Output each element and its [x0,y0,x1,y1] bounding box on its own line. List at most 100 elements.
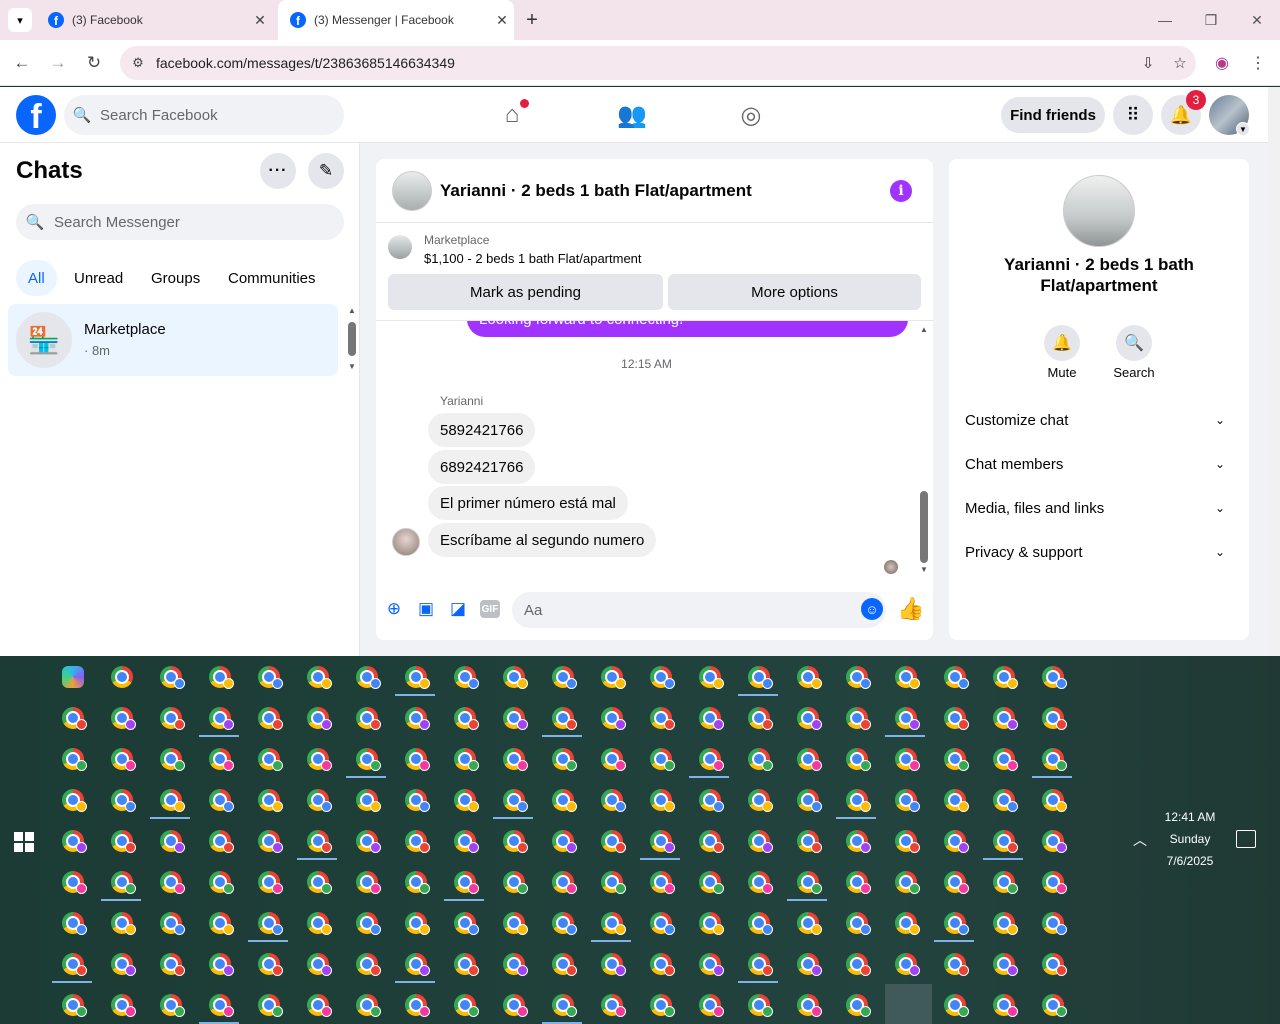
chrome-taskbar-icon[interactable] [491,697,535,737]
chrome-taskbar-icon[interactable] [736,820,780,860]
new-message-compose-icon[interactable]: ✎ [308,153,344,189]
chrome-taskbar-icon[interactable] [148,902,192,942]
account-chevron-down-icon[interactable]: ▼ [1236,122,1250,136]
chrome-taskbar-icon[interactable] [785,902,829,942]
chrome-taskbar-icon[interactable] [99,943,143,983]
chrome-taskbar-icon[interactable] [246,861,290,901]
chrome-taskbar-icon[interactable] [393,943,437,983]
active-taskbar-item[interactable] [885,984,932,1024]
chrome-taskbar-icon[interactable] [393,738,437,778]
filter-communities[interactable]: Communities [216,260,328,296]
browser-tab-facebook[interactable]: f (3) Facebook ✕ [36,0,272,40]
listing-thumbnail[interactable] [388,235,412,259]
section-customize-chat[interactable]: Customize chat ⌄ [957,398,1241,442]
chrome-taskbar-icon[interactable] [736,656,780,696]
chrome-taskbar-icon[interactable] [442,902,486,942]
chrome-taskbar-icon[interactable] [491,656,535,696]
facebook-logo[interactable]: f [16,95,56,135]
back-arrow-icon[interactable]: ← [9,50,35,76]
chrome-taskbar-icon[interactable] [50,820,94,860]
chrome-taskbar-icon[interactable] [1030,943,1074,983]
restore-window-icon[interactable]: ❐ [1196,8,1226,32]
chrome-taskbar-icon[interactable] [589,697,633,737]
chrome-taskbar-icon[interactable] [883,656,927,696]
chrome-taskbar-icon[interactable] [344,943,388,983]
chrome-taskbar-icon[interactable] [932,738,976,778]
scroll-up-arrow-icon[interactable]: ▲ [348,306,356,315]
chrome-taskbar-icon[interactable] [246,943,290,983]
chrome-taskbar-icon[interactable] [1030,861,1074,901]
chrome-taskbar-icon[interactable] [540,738,584,778]
tab-search-chevron-icon[interactable]: ▾ [8,8,32,32]
chrome-taskbar-icon[interactable] [295,779,339,819]
chrome-taskbar-icon[interactable] [540,861,584,901]
chrome-taskbar-icon[interactable] [99,902,143,942]
chrome-taskbar-icon[interactable] [981,779,1025,819]
site-settings-icon[interactable]: ⚙ [120,55,156,71]
chrome-taskbar-icon[interactable] [295,943,339,983]
chrome-taskbar-icon[interactable] [344,984,388,1024]
chrome-taskbar-icon[interactable] [99,656,143,696]
address-bar[interactable]: ⚙ facebook.com/messages/t/23863685146634… [120,46,1196,80]
chrome-taskbar-icon[interactable] [638,943,682,983]
chrome-taskbar-icon[interactable] [295,656,339,696]
filter-all[interactable]: All [16,260,57,296]
chrome-taskbar-icon[interactable] [687,738,731,778]
chrome-taskbar-icon[interactable] [981,656,1025,696]
listing-avatar[interactable] [1063,175,1135,247]
chrome-taskbar-icon[interactable] [736,697,780,737]
chrome-taskbar-icon[interactable] [295,902,339,942]
chrome-taskbar-icon[interactable] [932,656,976,696]
chrome-taskbar-icon[interactable] [197,820,241,860]
chrome-taskbar-icon[interactable] [638,820,682,860]
chrome-taskbar-icon[interactable] [785,738,829,778]
chrome-taskbar-icon[interactable] [50,902,94,942]
chrome-taskbar-icon[interactable] [1030,779,1074,819]
chrome-taskbar-icon[interactable] [148,697,192,737]
chrome-taskbar-icon[interactable] [540,779,584,819]
chrome-taskbar-icon[interactable] [344,697,388,737]
conversation-info-icon[interactable]: i [890,180,912,202]
scrollbar-thumb[interactable] [920,491,928,563]
chrome-taskbar-icon[interactable] [246,656,290,696]
friends-icon[interactable]: 👥 [612,97,652,133]
chrome-taskbar-icon[interactable] [589,984,633,1024]
browser-tab-messenger[interactable]: f (3) Messenger | Facebook ✕ [278,0,514,40]
listing-price-title[interactable]: $1,100 - 2 beds 1 bath Flat/apartment [424,251,642,266]
chrome-taskbar-icon[interactable] [393,984,437,1024]
chrome-taskbar-icon[interactable] [491,861,535,901]
search-conversation-icon[interactable]: 🔍 [1116,325,1152,361]
chrome-taskbar-icon[interactable] [932,861,976,901]
chat-list-item[interactable]: 🏪 Marketplace · 8m [8,304,338,376]
chrome-taskbar-icon[interactable] [442,697,486,737]
sidebar-scrollbar[interactable]: ▲ ▼ [344,304,360,374]
chrome-taskbar-icon[interactable] [344,820,388,860]
more-options-button[interactable]: More options [668,274,921,310]
chrome-taskbar-icon[interactable] [393,697,437,737]
install-app-icon[interactable]: ⇩ [1132,54,1164,72]
chrome-taskbar-icon[interactable] [834,902,878,942]
chrome-taskbar-icon[interactable] [589,943,633,983]
chrome-taskbar-icon[interactable] [883,902,927,942]
chrome-taskbar-icon[interactable] [246,779,290,819]
chrome-taskbar-icon[interactable] [834,943,878,983]
chrome-taskbar-icon[interactable] [99,984,143,1024]
chrome-taskbar-icon[interactable] [932,902,976,942]
filter-unread[interactable]: Unread [62,260,135,296]
chrome-taskbar-icon[interactable] [491,902,535,942]
chrome-taskbar-icon[interactable] [638,861,682,901]
chrome-taskbar-icon[interactable] [736,902,780,942]
chrome-taskbar-icon[interactable] [883,943,927,983]
chrome-taskbar-icon[interactable] [589,902,633,942]
chrome-taskbar-icon[interactable] [99,779,143,819]
chrome-taskbar-icon[interactable] [50,984,94,1024]
emoji-icon[interactable]: ☺ [861,598,883,620]
filter-groups[interactable]: Groups [139,260,212,296]
chrome-taskbar-icon[interactable] [834,697,878,737]
chrome-taskbar-icon[interactable] [491,943,535,983]
chrome-taskbar-icon[interactable] [295,820,339,860]
chrome-taskbar-icon[interactable] [589,779,633,819]
groups-icon[interactable]: ◎ [731,97,771,133]
chrome-taskbar-icon[interactable] [393,820,437,860]
chrome-taskbar-icon[interactable] [981,861,1025,901]
